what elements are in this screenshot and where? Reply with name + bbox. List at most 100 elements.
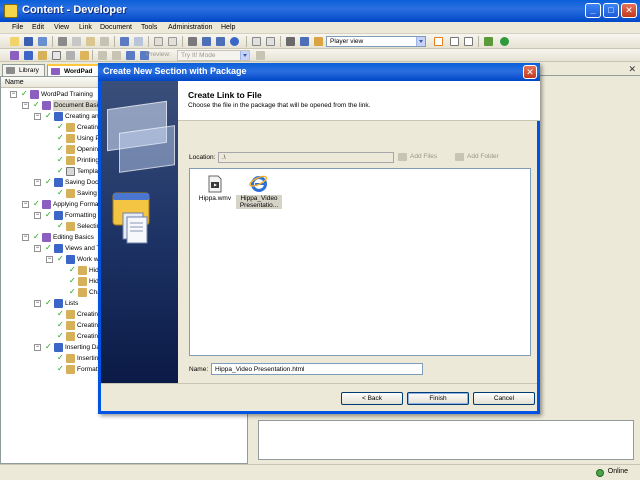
paste-icon[interactable] [86,37,95,46]
help-icon[interactable] [230,37,239,46]
redo-icon[interactable] [134,37,143,46]
layout-2-icon[interactable] [450,37,459,46]
collapse-icon[interactable]: − [10,91,17,98]
cut-icon[interactable] [58,37,67,46]
refresh-icon[interactable] [500,37,509,46]
dialog-titlebar[interactable]: Create New Section with Package ✕ [98,63,540,81]
collapse-icon[interactable] [168,37,177,46]
module-icon [54,211,63,220]
move-up-icon[interactable] [126,51,135,60]
module-icon[interactable] [24,51,33,60]
save-icon[interactable] [24,37,33,46]
collapse-icon[interactable]: − [34,344,41,351]
check-in-icon[interactable] [484,37,493,46]
menu-help[interactable]: Help [219,22,237,34]
file-item-hippa-wmv[interactable]: Hippa.wmv [192,175,238,202]
add-files-icon [398,153,407,161]
open-icon[interactable] [10,37,19,46]
collapse-icon[interactable]: − [34,179,41,186]
dialog-close-button[interactable]: ✕ [523,65,537,79]
checkmark-icon: ✓ [69,276,76,285]
properties-icon[interactable] [216,37,225,46]
package-icon[interactable] [80,51,89,60]
close-icon[interactable]: ✕ [628,64,636,75]
tab-wordpad[interactable]: WordPad [47,64,100,76]
outline-icon[interactable] [10,51,19,60]
checkmark-icon: ✓ [45,111,52,120]
collapse-icon[interactable]: − [46,256,53,263]
checkmark-icon: ✓ [21,89,28,98]
record-icon[interactable] [66,51,75,60]
minimize-button[interactable]: _ [585,3,601,18]
expand-icon[interactable] [154,37,163,46]
checkmark-icon: ✓ [57,155,64,164]
checkmark-icon: ✓ [57,221,64,230]
collapse-icon[interactable]: − [34,212,41,219]
tab-library[interactable]: Library [2,64,45,76]
file-list[interactable]: Hippa.wmv Hippa_Video Presentatio... [189,168,531,356]
collapse-icon[interactable]: − [34,113,41,120]
collapse-icon[interactable]: − [22,201,29,208]
copy-icon[interactable] [72,37,81,46]
dialog-divider [101,383,537,384]
create-section-dialog: Create New Section with Package ✕ Create… [98,63,540,414]
outdent-icon [112,51,121,60]
outline-icon [42,233,51,242]
collapse-icon[interactable]: − [22,234,29,241]
layout-3-icon[interactable] [464,37,473,46]
dialog-subheading: Choose the file in the package that will… [188,102,371,109]
collapse-icon[interactable]: − [22,102,29,109]
menu-document[interactable]: Document [98,22,134,34]
cancel-button[interactable]: Cancel [473,392,535,405]
checkmark-icon: ✓ [45,243,52,252]
topic-icon [66,145,75,154]
menu-link[interactable]: Link [77,22,94,34]
find-icon[interactable] [188,37,197,46]
edit-toolbar: Preview: Try It! Mode [0,49,640,62]
topic-icon [66,123,75,132]
video-file-icon [208,175,222,193]
checkmark-icon: ✓ [33,199,40,208]
back-button[interactable]: < Back [341,392,403,405]
menu-view[interactable]: View [52,22,71,34]
menu-tools[interactable]: Tools [139,22,159,34]
module-icon [54,244,63,253]
layout-1-icon[interactable] [434,37,443,46]
document-icon [66,167,75,176]
finish-button[interactable]: Finish [407,392,469,405]
menu-edit[interactable]: Edit [30,22,46,34]
document-icon[interactable] [52,51,61,60]
publish-icon[interactable] [300,37,309,46]
close-button[interactable]: ✕ [621,3,637,18]
checkmark-icon: ✓ [57,364,64,373]
file-item-hippa-video-presentation[interactable]: Hippa_Video Presentatio... [236,173,282,209]
topic-icon [78,277,87,286]
menu-administration[interactable]: Administration [166,22,214,34]
checkmark-icon: ✓ [45,342,52,351]
undo-icon[interactable] [120,37,129,46]
menu-file[interactable]: File [10,22,25,34]
chevron-down-icon [416,37,425,46]
tag-icon[interactable] [314,37,323,46]
spelling-icon[interactable] [202,37,211,46]
save-all-icon[interactable] [38,37,47,46]
new-document-icon[interactable] [252,37,261,46]
name-field[interactable] [211,363,423,375]
delete-icon[interactable] [100,37,109,46]
add-files-button: Add Files [398,153,437,161]
internet-explorer-icon [249,175,268,192]
new-page-icon[interactable] [266,37,275,46]
topic-icon[interactable] [38,51,47,60]
view-mode-dropdown[interactable]: Player view [326,36,426,47]
banner-window-graphic [119,125,175,173]
collapse-icon[interactable]: − [34,300,41,307]
print-icon[interactable] [286,37,295,46]
checkmark-icon: ✓ [57,122,64,131]
window-titlebar[interactable]: Content - Developer _ □ ✕ [0,0,640,22]
maximize-button[interactable]: □ [603,3,619,18]
collapse-icon[interactable]: − [34,245,41,252]
topic-icon [66,189,75,198]
outline-icon [30,90,39,99]
checkmark-icon: ✓ [57,254,64,263]
chevron-down-icon [240,51,249,60]
